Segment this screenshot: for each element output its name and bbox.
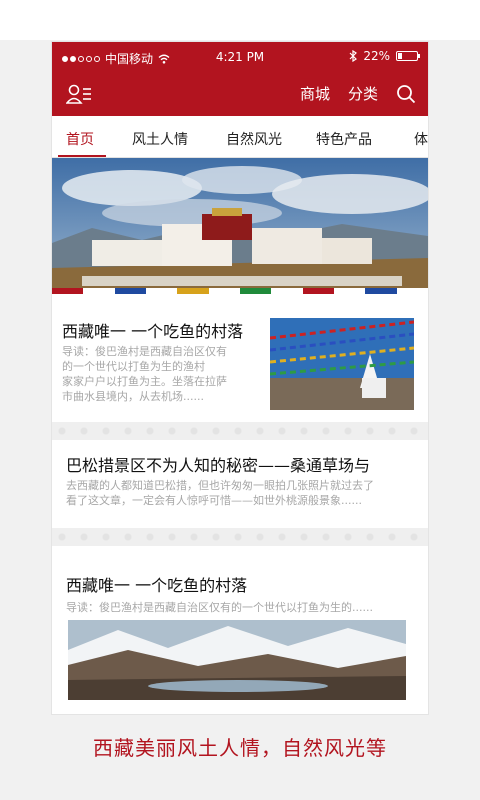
article-title: 西藏唯一 一个吃鱼的村落 xyxy=(62,322,244,341)
battery-percent: 22% xyxy=(363,49,390,63)
article-title: 巴松措景区不为人知的秘密——桑通草场与 xyxy=(66,456,371,475)
bluetooth-icon xyxy=(349,50,358,62)
tab-products[interactable]: 特色产品 xyxy=(316,129,372,149)
shop-link[interactable]: 商城 xyxy=(300,83,330,104)
article-desc-line: 的一个世代以打鱼为生的渔村 xyxy=(62,360,205,373)
tab-scenery[interactable]: 自然风光 xyxy=(226,129,282,149)
article-desc-line: 导读：俊巴渔村是西藏自治区仅有的一个世代以打鱼为生的...... xyxy=(66,601,373,614)
status-bar: 中国移动 4:21 PM 22% xyxy=(52,42,428,72)
article-desc-line: 看了这文章，一定会有人惊呼可惜——如世外桃源般景象...... xyxy=(66,494,362,507)
banner-image[interactable] xyxy=(52,158,428,294)
article-thumbnail xyxy=(270,318,414,410)
section-divider xyxy=(52,528,428,546)
tab-more[interactable]: 体 xyxy=(414,129,428,149)
battery-icon xyxy=(396,51,420,61)
user-list-icon[interactable] xyxy=(66,83,92,105)
tab-home[interactable]: 首页 xyxy=(66,129,94,149)
list-item[interactable]: 西藏唯一 一个吃鱼的村落 导读：俊巴渔村是西藏自治区仅有的一个世代以打鱼为生的.… xyxy=(52,546,428,714)
article-image xyxy=(68,620,406,700)
category-tabs: 首页 风土人情 自然风光 特色产品 体 xyxy=(52,116,428,158)
list-item[interactable]: 巴松措景区不为人知的秘密——桑通草场与 去西藏的人都知道巴松措，但也许匆匆一眼拍… xyxy=(52,440,428,528)
list-item[interactable]: 西藏唯一 一个吃鱼的村落 导读：俊巴渔村是西藏自治区仅有 的一个世代以打鱼为生的… xyxy=(52,304,428,422)
article-title: 西藏唯一 一个吃鱼的村落 xyxy=(66,576,248,595)
promo-caption: 西藏美丽风土人情，自然风光等 xyxy=(93,736,387,760)
top-backdrop xyxy=(0,0,480,40)
category-link[interactable]: 分类 xyxy=(348,83,378,104)
search-icon[interactable] xyxy=(396,84,416,104)
phone-screen: 中国移动 4:21 PM 22% 商城 分类 首页 风土人情 自然风光 特色产品… xyxy=(52,42,428,714)
article-desc-line: 市曲水县境内，从去机场...... xyxy=(62,390,204,403)
tab-customs[interactable]: 风土人情 xyxy=(132,129,188,149)
article-desc-line: 去西藏的人都知道巴松措，但也许匆匆一眼拍几张照片就过去了 xyxy=(66,479,374,492)
article-desc-line: 家家户户以打鱼为主。坐落在拉萨 xyxy=(62,375,227,388)
app-header: 商城 分类 xyxy=(52,72,428,116)
prayer-flag-strip xyxy=(52,288,428,294)
section-divider xyxy=(52,422,428,440)
article-desc-line: 导读：俊巴渔村是西藏自治区仅有 xyxy=(62,345,227,358)
